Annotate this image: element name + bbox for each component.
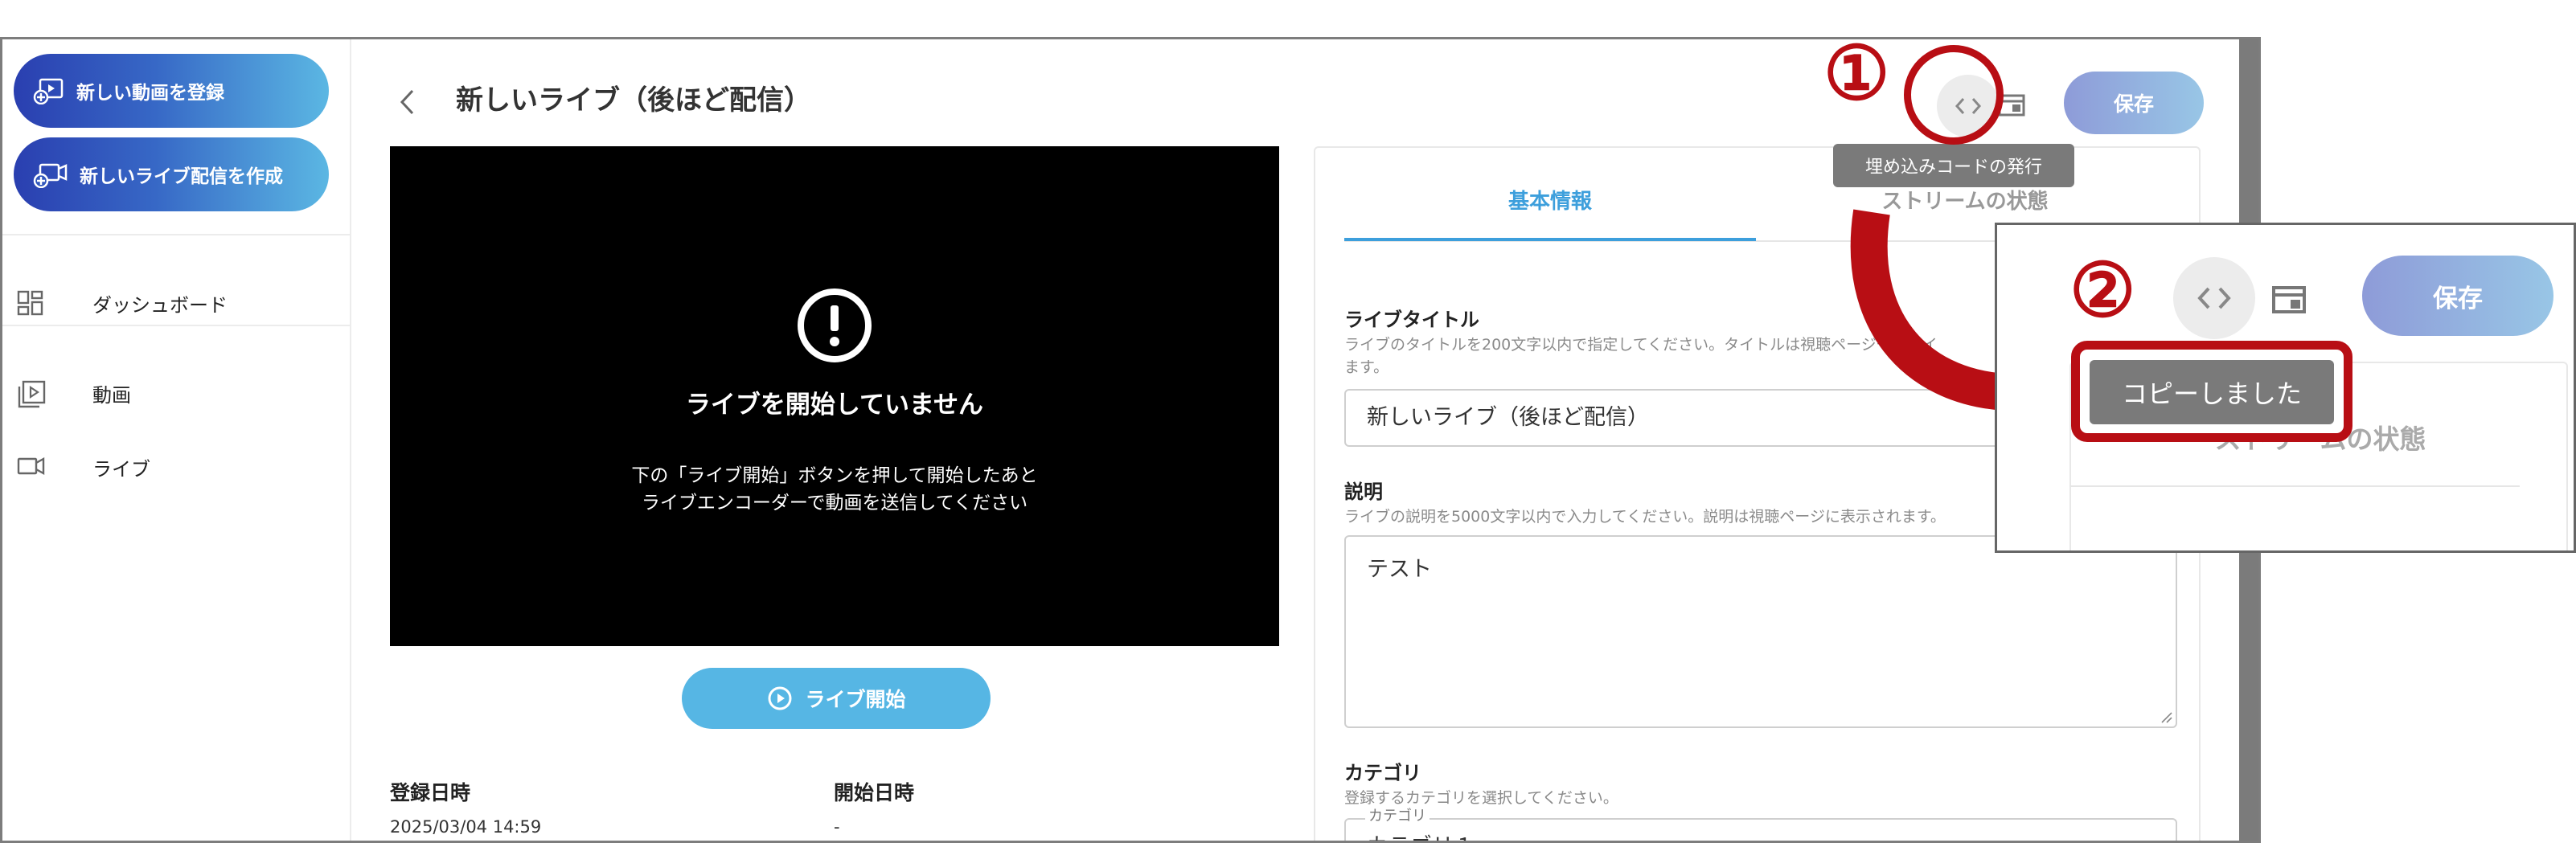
new-video-label: 新しい動画を登録 — [76, 83, 224, 104]
title-input-value: 新しいライブ（後ほど配信） — [1367, 405, 1649, 430]
start-live-button[interactable]: ライブ開始 — [682, 668, 991, 729]
registered-label: 登録日時 — [390, 781, 471, 804]
start-live-label: ライブ開始 — [805, 688, 906, 711]
save-button[interactable]: 保存 — [2064, 72, 2204, 134]
new-video-button[interactable]: 新しい動画を登録 — [14, 54, 329, 128]
copied-inset-panel: ② 保存 ストリームの状態 コピーしました — [1995, 223, 2576, 553]
sidebar: 新しい動画を登録 新しいライブ配信を作成 ダッシュボード 動画 ライブ — [2, 39, 351, 841]
active-tab-indicator — [1344, 238, 1756, 241]
preview-window-icon[interactable] — [2271, 284, 2307, 315]
resize-handle-icon[interactable] — [2160, 710, 2172, 723]
category-label: カテゴリ — [1344, 762, 1421, 784]
player-heading: ライブを開始していません — [685, 391, 984, 419]
tab-divider — [2069, 485, 2520, 487]
sidebar-item-label: ライブ — [92, 457, 150, 481]
dashboard-icon — [17, 290, 43, 316]
back-arrow-icon[interactable] — [398, 88, 417, 117]
sidebar-item-live[interactable]: ライブ — [2, 443, 350, 491]
step-two-marker: ② — [2069, 247, 2136, 334]
highlight-ring — [1904, 45, 2004, 145]
embed-tooltip-text: 埋め込みコードの発行 — [1864, 158, 2042, 178]
video-add-icon — [33, 78, 64, 104]
category-select[interactable]: カテゴリ カテゴリ１ — [1344, 808, 2177, 841]
embed-code-button[interactable] — [2173, 257, 2255, 339]
category-help-text: 登録するカテゴリを選択してください。 — [1344, 789, 1618, 807]
video-library-icon — [18, 380, 46, 408]
sidebar-item-label: 動画 — [92, 383, 131, 407]
copied-highlight-box: コピーしました — [2071, 341, 2352, 442]
player-message-line: 下の「ライブ開始」ボタンを押して開始したあと — [631, 465, 1038, 486]
save-label: 保存 — [2433, 284, 2483, 313]
category-value: カテゴリ１ — [1367, 834, 1475, 841]
step-one-marker: ① — [1823, 30, 1890, 117]
copied-toast-text: コピーしました — [2121, 379, 2302, 409]
started-label: 開始日時 — [834, 781, 915, 804]
player-message-line: ライブエンコーダーで動画を送信してください — [641, 493, 1028, 514]
tab-basic-info[interactable]: 基本情報 — [1344, 185, 1756, 215]
camera-add-icon — [33, 163, 68, 188]
sidebar-item-label: ダッシュボード — [92, 293, 228, 317]
copied-toast: コピーしました — [2090, 360, 2334, 424]
play-circle-icon — [768, 686, 792, 710]
save-button[interactable]: 保存 — [2362, 256, 2553, 336]
title-field-label: ライブタイトル — [1344, 309, 1479, 331]
sidebar-divider — [2, 234, 350, 235]
alert-circle-icon — [798, 289, 872, 362]
embed-tooltip: 埋め込みコードの発行 — [1833, 144, 2074, 187]
page-title: 新しいライブ（後ほど配信） — [456, 84, 811, 117]
video-camera-icon — [17, 456, 45, 476]
sidebar-divider — [2, 325, 350, 326]
new-live-button[interactable]: 新しいライブ配信を作成 — [14, 137, 329, 211]
video-player: ライブを開始していません 下の「ライブ開始」ボタンを押して開始したあと ライブエ… — [390, 146, 1279, 646]
save-label: 保存 — [2113, 92, 2154, 116]
sidebar-item-dashboard[interactable]: ダッシュボード — [2, 279, 350, 327]
registered-value: 2025/03/04 14:59 — [390, 817, 542, 837]
category-floating-label: カテゴリ — [1365, 808, 1430, 825]
description-value: テスト — [1367, 557, 1432, 582]
description-textarea[interactable]: テスト — [1344, 535, 2177, 728]
code-icon — [2197, 287, 2231, 309]
started-value: - — [834, 817, 840, 837]
new-live-label: 新しいライブ配信を作成 — [80, 166, 283, 187]
description-label: 説明 — [1344, 481, 1383, 503]
sidebar-item-video[interactable]: 動画 — [2, 369, 350, 417]
